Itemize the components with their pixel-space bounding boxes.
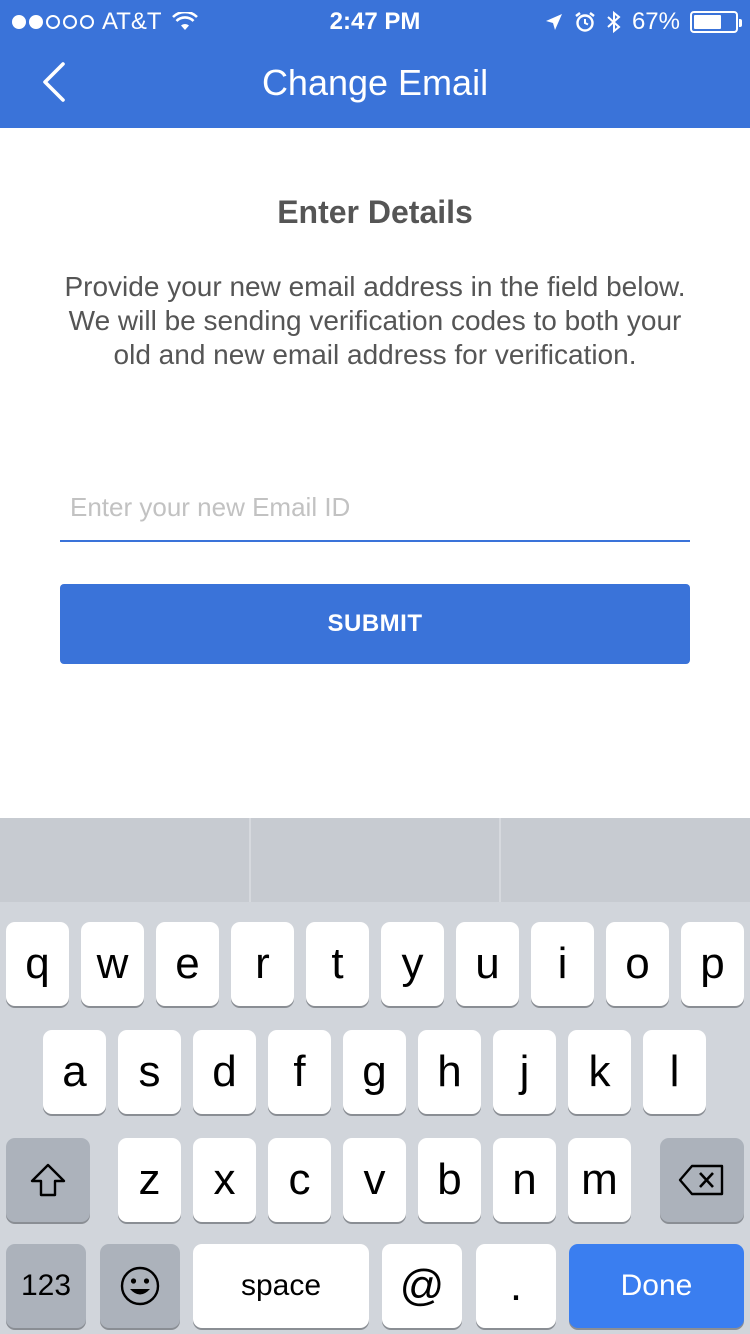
key-b[interactable]: b [418, 1138, 481, 1222]
submit-button[interactable]: SUBMIT [60, 584, 690, 664]
key-a[interactable]: a [43, 1030, 106, 1114]
suggestion-slot[interactable] [251, 818, 502, 902]
app-header: AT&T 2:47 PM 67% Change Email [0, 0, 750, 128]
key-c[interactable]: c [268, 1138, 331, 1222]
backspace-key[interactable] [660, 1138, 744, 1222]
description-text: Provide your new email address in the fi… [64, 271, 686, 370]
done-key[interactable]: Done [569, 1244, 744, 1328]
key-e[interactable]: e [156, 922, 219, 1006]
key-r[interactable]: r [231, 922, 294, 1006]
key-j[interactable]: j [493, 1030, 556, 1114]
key-l[interactable]: l [643, 1030, 706, 1114]
key-p[interactable]: p [681, 922, 744, 1006]
emoji-key[interactable] [100, 1244, 180, 1328]
battery-percentage: 67% [631, 8, 680, 35]
key-o[interactable]: o [606, 922, 669, 1006]
section-heading: Enter Details [277, 194, 473, 230]
alarm-icon [575, 12, 595, 32]
at-key[interactable]: @ [382, 1244, 462, 1328]
keyboard: q w e r t y u i o p a s d f g h j k l z … [0, 818, 750, 1334]
dot-key[interactable]: . [476, 1244, 556, 1328]
key-t[interactable]: t [306, 922, 369, 1006]
key-h[interactable]: h [418, 1030, 481, 1114]
key-z[interactable]: z [118, 1138, 181, 1222]
backspace-icon [678, 1164, 724, 1196]
emoji-icon [120, 1266, 160, 1306]
suggestion-slot[interactable] [0, 818, 251, 902]
status-bar: AT&T 2:47 PM 67% [0, 0, 750, 40]
shift-key[interactable] [6, 1138, 90, 1222]
suggestion-slot[interactable] [501, 818, 750, 902]
key-k[interactable]: k [568, 1030, 631, 1114]
key-u[interactable]: u [456, 922, 519, 1006]
key-n[interactable]: n [493, 1138, 556, 1222]
main-content: Enter Details Provide your new email add… [0, 128, 750, 818]
space-key[interactable]: space [193, 1244, 369, 1328]
key-d[interactable]: d [193, 1030, 256, 1114]
key-x[interactable]: x [193, 1138, 256, 1222]
key-i[interactable]: i [531, 922, 594, 1006]
suggestion-bar [0, 818, 750, 902]
key-q[interactable]: q [6, 922, 69, 1006]
key-w[interactable]: w [81, 922, 144, 1006]
numbers-key[interactable]: 123 [6, 1244, 86, 1328]
key-m[interactable]: m [568, 1138, 631, 1222]
email-field[interactable] [60, 474, 690, 542]
location-arrow-icon [545, 14, 562, 30]
key-f[interactable]: f [268, 1030, 331, 1114]
key-g[interactable]: g [343, 1030, 406, 1114]
bluetooth-icon [607, 10, 621, 34]
key-y[interactable]: y [381, 922, 444, 1006]
key-v[interactable]: v [343, 1138, 406, 1222]
battery-icon [690, 11, 742, 33]
page-title: Change Email [261, 62, 489, 103]
shift-icon [30, 1163, 66, 1197]
key-s[interactable]: s [118, 1030, 181, 1114]
